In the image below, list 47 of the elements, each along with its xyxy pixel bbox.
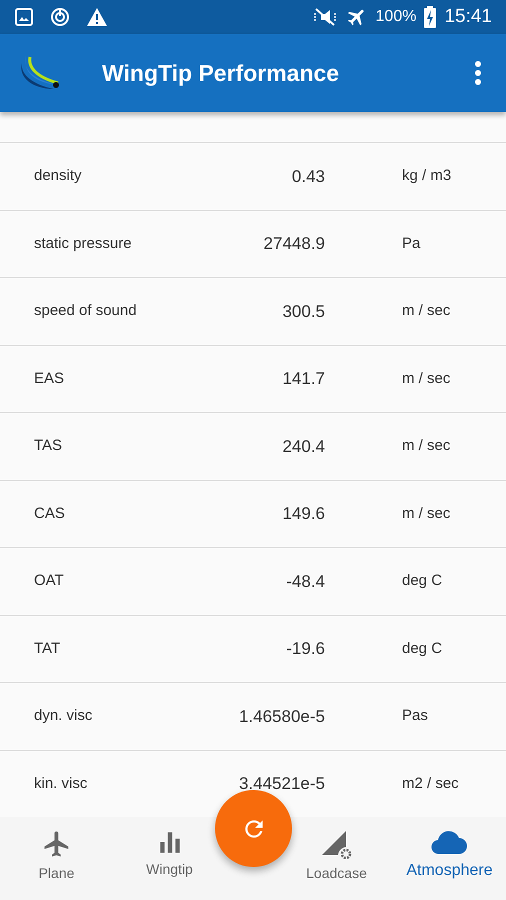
row-unit: m / sec [401,301,450,321]
row-value: 300.5 [281,300,325,322]
app-title: WingTip Performance [102,58,340,88]
row-label: static pressure [33,234,133,254]
wing-gear-icon [320,829,354,859]
warning-icon [86,7,108,27]
nav-tab[interactable]: Atmosphere [406,829,493,883]
row-label: density [33,166,83,186]
row-value: 141.7 [281,368,325,390]
row-value: 0.43 [290,166,325,188]
row-unit: deg C [401,638,442,658]
row-unit: deg C [401,571,442,591]
mute-icon [312,7,338,27]
airplane-icon [42,829,72,859]
cloud-icon [431,829,468,855]
row-label: speed of sound [33,301,138,321]
row-value: 149.6 [281,503,325,525]
nav-tab[interactable]: Wingtip [146,829,193,880]
battery-charging-icon [424,6,436,28]
row-label: OAT [33,571,65,591]
row-unit: m / sec [401,504,450,524]
row-value: -19.6 [285,638,325,660]
row-value: 1.46580e-5 [238,706,325,728]
overflow-menu-button[interactable] [474,60,482,86]
image-icon [14,7,34,27]
row-label: kin. visc [33,774,88,794]
row-unit: m / sec [401,436,450,456]
row-unit: m / sec [401,368,450,388]
row-unit: m2 / sec [401,774,459,794]
row-value: 3.44521e-5 [238,773,325,795]
row-label: TAS [33,436,64,456]
row-label: CAS [33,504,66,524]
row-unit: kg / m3 [401,166,452,186]
row-value: 27448.9 [262,233,325,255]
row-label: TAT [33,638,62,658]
row-unit: Pas [401,706,428,726]
row-label: EAS [33,368,66,388]
row-value: 240.4 [281,436,325,458]
nav-tab[interactable]: Plane [38,829,74,884]
refresh-button[interactable] [215,790,292,867]
row-label: dyn. visc [33,706,94,726]
row-unit: Pa [401,234,420,254]
sync-icon [50,7,70,27]
row-value: -48.4 [285,570,325,592]
status-time: 15:41 [444,4,492,29]
nav-tab[interactable]: Loadcase [306,829,367,884]
battery-percentage: 100% [376,7,416,27]
